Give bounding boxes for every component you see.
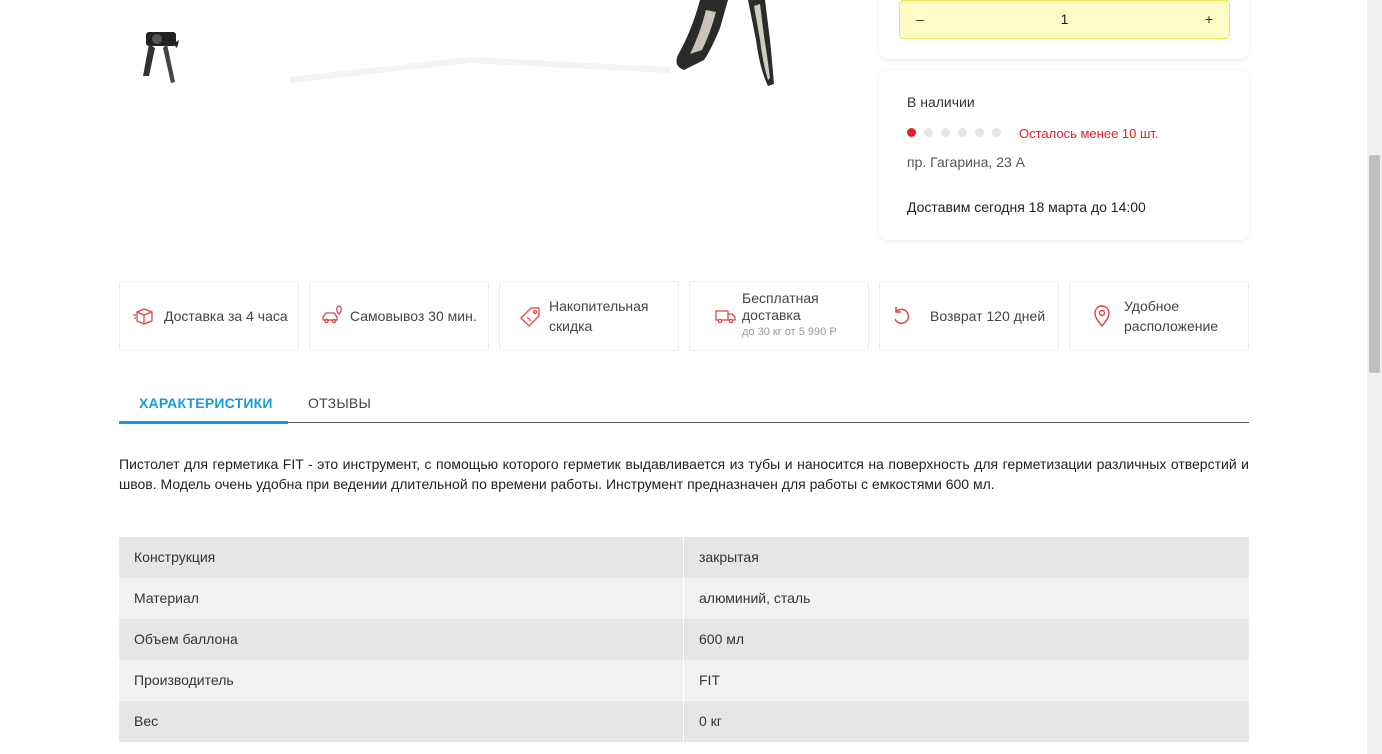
store-address: пр. Гагарина, 23 А — [907, 154, 1026, 170]
feature-label: Возврат 120 дней — [930, 308, 1046, 324]
scrollbar-thumb[interactable] — [1369, 155, 1380, 373]
stock-dot-empty — [924, 128, 933, 137]
product-image — [260, 0, 860, 240]
specs-table: Конструкция закрытая Материал алюминий, … — [119, 537, 1249, 742]
delivery-estimate: Доставим сегодня 18 марта до 14:00 — [907, 199, 1146, 215]
feature-label: Самовывоз 30 мин. — [350, 308, 477, 324]
feature-label: Удобное расположение — [1124, 298, 1219, 334]
availability-card: В наличии Осталось менее 10 шт. пр. Гага… — [879, 70, 1249, 240]
page-scrollbar[interactable] — [1367, 0, 1382, 754]
quantity-stepper[interactable]: – 1 + — [899, 0, 1230, 39]
quantity-input[interactable]: 1 — [940, 1, 1189, 38]
feature-location[interactable]: Удобное расположение — [1069, 281, 1249, 351]
feature-loyalty-discount[interactable]: Накопительная скидка — [499, 281, 679, 351]
tab-characteristics[interactable]: ХАРАКТЕРИСТИКИ — [139, 395, 273, 411]
feature-delivery-4h[interactable]: Доставка за 4 часа — [119, 281, 299, 351]
stock-dot-empty — [975, 128, 984, 137]
table-row: Вес 0 кг — [119, 701, 1249, 742]
spec-key: Вес — [134, 713, 159, 729]
tab-reviews[interactable]: ОТЗЫВЫ — [308, 395, 371, 411]
decrease-quantity-button[interactable]: – — [900, 1, 940, 38]
feature-sublabel: до 30 кг от 5 990 Р — [742, 326, 837, 338]
availability-title: В наличии — [907, 94, 975, 110]
table-row: Конструкция закрытая — [119, 537, 1249, 578]
stock-remaining-text: Осталось менее 10 шт. — [1019, 126, 1159, 141]
location-pin-icon — [1094, 305, 1110, 328]
spec-key: Материал — [134, 590, 199, 606]
gallery-thumbnail[interactable] — [119, 0, 199, 6]
return-icon — [894, 307, 910, 325]
stock-level-indicator — [907, 128, 1009, 138]
tag-icon — [520, 307, 540, 327]
feature-label: Накопительная скидка — [549, 298, 649, 334]
stock-dot-empty — [992, 128, 1001, 137]
stock-dot-empty — [941, 128, 950, 137]
product-description: Пистолет для герметика FIT - это инструм… — [119, 456, 1249, 492]
spec-key: Объем баллона — [134, 631, 238, 647]
spec-value: 600 мл — [699, 631, 745, 647]
car-pin-icon — [322, 305, 342, 324]
spec-value: закрытая — [699, 549, 759, 565]
table-row: Материал алюминий, сталь — [119, 578, 1249, 619]
table-row: Производитель FIT — [119, 660, 1249, 701]
stock-dot-empty — [958, 128, 967, 137]
spec-value: FIT — [699, 672, 720, 688]
spec-value: 0 кг — [699, 713, 722, 729]
active-tab-indicator — [119, 421, 288, 424]
spec-key: Конструкция — [134, 549, 216, 565]
feature-pickup[interactable]: Самовывоз 30 мин. — [309, 281, 489, 351]
tabs-divider — [119, 422, 1249, 423]
increase-quantity-button[interactable]: + — [1189, 1, 1229, 38]
spec-value: алюминий, сталь — [699, 590, 811, 606]
truck-icon — [715, 310, 736, 324]
table-row: Объем баллона 600 мл — [119, 619, 1249, 660]
stock-dot-filled — [907, 128, 916, 137]
feature-label: Доставка за 4 часа — [164, 308, 288, 324]
box-icon — [133, 308, 153, 325]
feature-label: Бесплатная доставка — [742, 290, 819, 323]
feature-return[interactable]: Возврат 120 дней — [879, 281, 1059, 351]
spec-key: Производитель — [134, 672, 234, 688]
gallery-thumbnail-active[interactable] — [119, 26, 199, 86]
feature-free-delivery[interactable]: Бесплатная доставка до 30 кг от 5 990 Р — [689, 281, 869, 351]
